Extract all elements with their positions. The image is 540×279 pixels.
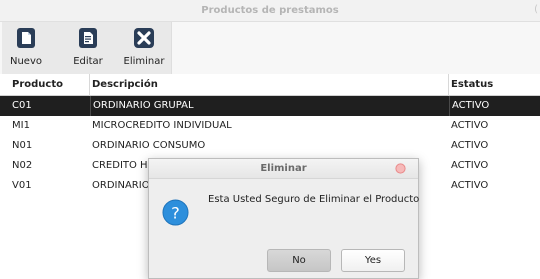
cell-estatus: ACTIVO xyxy=(451,180,489,191)
cell-estatus: ACTIVO xyxy=(451,120,489,131)
edit-button-label: Editar xyxy=(73,56,103,67)
column-header-estatus[interactable]: Estatus xyxy=(449,74,540,96)
table-row[interactable]: C01 ORDINARIO GRUPAL ACTIVO xyxy=(0,96,540,116)
cell-descripcion: ORDINARIO GRUPAL xyxy=(90,96,449,116)
new-button[interactable]: Nuevo xyxy=(6,26,46,72)
edit-document-icon xyxy=(79,28,97,48)
delete-button-label: Eliminar xyxy=(123,56,165,67)
dialog-message: Esta Usted Seguro de Eliminar el Product… xyxy=(208,194,420,205)
cell-producto: C01 xyxy=(12,100,32,111)
new-button-label: Nuevo xyxy=(9,56,42,67)
table-row[interactable]: MI1 MICROCREDITO INDIVIDUAL ACTIVO xyxy=(0,116,540,136)
window-title: Productos de prestamos xyxy=(201,5,339,16)
delete-button[interactable]: Eliminar xyxy=(120,26,168,72)
window-titlebar: Productos de prestamos ( xyxy=(0,0,540,22)
cell-descripcion: MICROCREDITO INDIVIDUAL xyxy=(92,120,232,131)
cell-producto: MI1 xyxy=(12,120,30,131)
table-header: Producto Descripción Estatus xyxy=(0,74,540,96)
no-button[interactable]: No xyxy=(267,249,331,272)
column-header-descripcion[interactable]: Descripción xyxy=(90,74,449,96)
yes-button[interactable]: Yes xyxy=(341,249,405,272)
close-icon[interactable] xyxy=(395,163,406,174)
cell-producto: N02 xyxy=(12,160,33,171)
new-document-icon xyxy=(17,28,35,48)
delete-x-icon xyxy=(134,28,154,48)
svg-text:?: ? xyxy=(171,203,180,222)
toolbar: Nuevo Editar Eliminar xyxy=(0,22,540,74)
column-header-producto[interactable]: Producto xyxy=(10,74,90,96)
cell-estatus: ACTIVO xyxy=(451,140,489,151)
cell-estatus: ACTIVO xyxy=(451,160,489,171)
cell-producto: N01 xyxy=(12,140,33,151)
cell-descripcion: ORDINARIO CONSUMO xyxy=(92,140,206,151)
question-icon: ? xyxy=(162,199,189,226)
toolbar-button-group: Nuevo Editar Eliminar xyxy=(2,22,172,74)
edit-button[interactable]: Editar xyxy=(66,26,110,72)
dialog-titlebar[interactable]: Eliminar xyxy=(149,159,418,179)
confirm-delete-dialog: Eliminar ? Esta Usted Seguro de Eliminar… xyxy=(148,158,419,279)
titlebar-edge-marker: ( xyxy=(534,4,538,15)
cell-estatus: ACTIVO xyxy=(449,96,540,116)
dialog-title: Eliminar xyxy=(260,163,307,174)
table-row[interactable]: N01 ORDINARIO CONSUMO ACTIVO xyxy=(0,136,540,156)
cell-producto: V01 xyxy=(12,180,32,191)
